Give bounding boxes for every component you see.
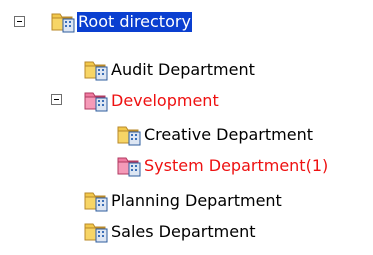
tree-node-planning-department[interactable]: Planning Department bbox=[84, 188, 283, 214]
folder-building-icon bbox=[84, 190, 110, 212]
tree-node-system-department[interactable]: System Department(1) bbox=[117, 153, 329, 179]
folder-building-icon bbox=[84, 221, 110, 243]
tree-node-label: System Department(1) bbox=[144, 156, 329, 175]
tree-node-audit-department[interactable]: Audit Department bbox=[84, 57, 256, 83]
department-tree: Root directory Audit Department Developm… bbox=[0, 0, 373, 255]
tree-node-label: Root directory bbox=[77, 12, 192, 32]
folder-building-icon bbox=[51, 11, 77, 33]
folder-building-icon bbox=[84, 59, 110, 81]
tree-node-root[interactable]: Root directory bbox=[51, 9, 192, 35]
tree-node-development[interactable]: Development bbox=[84, 88, 220, 114]
folder-building-icon bbox=[117, 124, 143, 146]
tree-node-label: Audit Department bbox=[111, 60, 255, 79]
tree-node-label: Sales Department bbox=[111, 222, 256, 241]
folder-building-pink-icon bbox=[84, 90, 110, 112]
tree-node-creative-department[interactable]: Creative Department bbox=[117, 122, 314, 148]
tree-node-sales-department[interactable]: Sales Department bbox=[84, 219, 257, 245]
tree-node-label: Creative Department bbox=[144, 125, 313, 144]
folder-building-pink-icon bbox=[117, 155, 143, 177]
tree-node-label: Development bbox=[111, 91, 219, 110]
collapse-toggle-root[interactable] bbox=[14, 16, 25, 27]
collapse-toggle-development[interactable] bbox=[51, 94, 62, 105]
tree-node-label: Planning Department bbox=[111, 191, 282, 210]
